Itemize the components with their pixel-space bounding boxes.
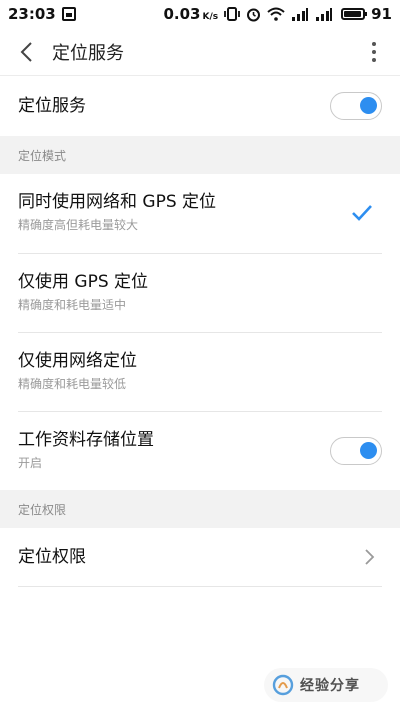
section-header-permission: 定位权限 bbox=[0, 490, 400, 528]
toggle-knob bbox=[360, 442, 377, 459]
mode-option-subtitle: 精确度和耗电量适中 bbox=[18, 298, 127, 312]
status-time: 23:03 bbox=[8, 5, 56, 23]
notification-icon bbox=[61, 7, 76, 21]
mode-option-title: 仅使用 GPS 定位 bbox=[18, 272, 149, 292]
checkmark-icon bbox=[352, 205, 372, 221]
status-bar: 23:03 0.03 K/s 91 bbox=[0, 0, 400, 28]
back-button[interactable] bbox=[6, 28, 46, 76]
mode-option-subtitle: 精确度和耗电量较低 bbox=[18, 377, 127, 391]
net-speed-value: 0.03 bbox=[163, 5, 201, 23]
mode-option-title: 同时使用网络和 GPS 定位 bbox=[18, 192, 217, 212]
net-speed: 0.03 K/s bbox=[163, 5, 218, 23]
work-profile-toggle[interactable] bbox=[330, 437, 382, 465]
wifi-icon bbox=[267, 7, 285, 21]
signal-3g-icon bbox=[292, 8, 309, 21]
status-left: 23:03 bbox=[8, 5, 76, 23]
mode-option-network-only[interactable]: 仅使用网络定位 精确度和耗电量较低 bbox=[0, 333, 400, 411]
watermark-logo-icon bbox=[272, 674, 294, 696]
mode-option-gps-only[interactable]: 仅使用 GPS 定位 精确度和耗电量适中 bbox=[0, 254, 400, 332]
title-bar: 定位服务 bbox=[0, 28, 400, 76]
work-profile-subtitle: 开启 bbox=[18, 456, 43, 470]
mode-option-title: 仅使用网络定位 bbox=[18, 351, 137, 371]
divider bbox=[18, 586, 382, 587]
battery-icon bbox=[341, 8, 368, 20]
more-dot-icon bbox=[372, 50, 376, 54]
location-permission-label: 定位权限 bbox=[18, 547, 86, 567]
more-options-button[interactable] bbox=[360, 38, 388, 66]
location-permission-row[interactable]: 定位权限 bbox=[0, 528, 400, 586]
mode-option-network-gps[interactable]: 同时使用网络和 GPS 定位 精确度高但耗电量较大 bbox=[0, 174, 400, 253]
page-title: 定位服务 bbox=[52, 42, 124, 64]
location-service-toggle[interactable] bbox=[330, 92, 382, 120]
status-right: 0.03 K/s 91 bbox=[163, 5, 392, 23]
back-arrow-icon bbox=[20, 41, 32, 62]
location-service-row[interactable]: 定位服务 bbox=[0, 76, 400, 136]
section-header-mode: 定位模式 bbox=[0, 136, 400, 174]
location-service-label: 定位服务 bbox=[18, 96, 86, 116]
net-speed-unit: K/s bbox=[202, 12, 219, 22]
more-dot-icon bbox=[372, 58, 376, 62]
vibrate-icon bbox=[224, 7, 241, 21]
chevron-right-icon bbox=[365, 549, 375, 565]
battery-level: 91 bbox=[371, 5, 392, 23]
work-profile-title: 工作资料存储位置 bbox=[18, 430, 154, 450]
signal-icon bbox=[316, 8, 333, 21]
more-dot-icon bbox=[372, 42, 376, 46]
alarm-icon bbox=[247, 8, 261, 21]
location-settings-screen: 23:03 0.03 K/s 91 定位服务 定位服务 定位模式 同时使用网络和… bbox=[0, 0, 400, 710]
watermark-text: 经验分享 bbox=[300, 678, 360, 694]
toggle-knob bbox=[360, 97, 377, 114]
mode-option-subtitle: 精确度高但耗电量较大 bbox=[18, 218, 139, 232]
work-profile-location-row[interactable]: 工作资料存储位置 开启 bbox=[0, 412, 400, 490]
watermark: 经验分享 bbox=[264, 668, 388, 702]
